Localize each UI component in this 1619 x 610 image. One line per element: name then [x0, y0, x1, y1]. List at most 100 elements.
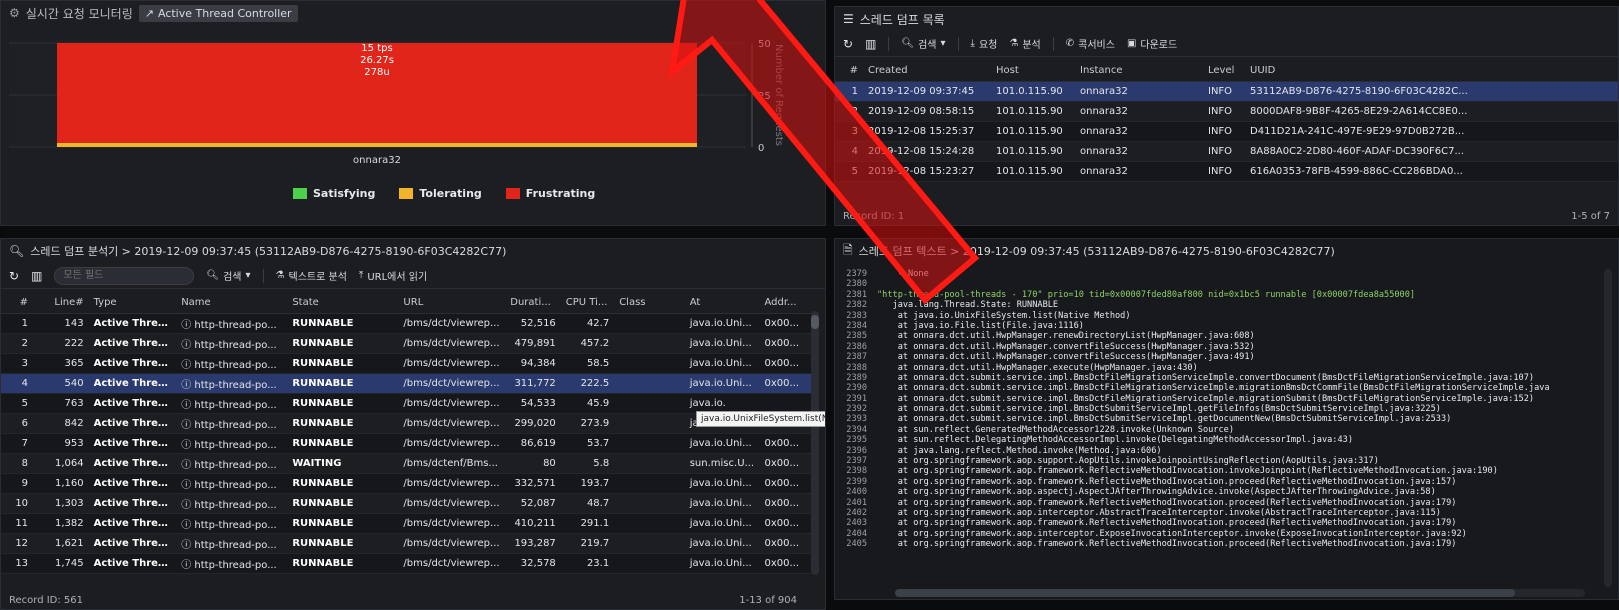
- table-row[interactable]: 6 842 Active Thread ⓘ http-thread-po... RUNN…: [1, 413, 813, 434]
- table-row[interactable]: 12 1,621 Active Thread ⓘ http-thread-po... R…: [1, 533, 813, 554]
- divider: [957, 36, 959, 51]
- info-icon[interactable]: ⓘ: [181, 480, 194, 491]
- name-text: http-thread-po...: [194, 419, 277, 431]
- info-icon[interactable]: ⓘ: [181, 380, 194, 391]
- dump-text-viewer[interactable]: 2379 - None 2380 2381 "http-thread-pool-thr…: [835, 269, 1600, 587]
- bar-segment-tolerating[interactable]: [57, 142, 697, 147]
- scrollbar-thumb[interactable]: [895, 589, 1515, 597]
- search-dropdown-button[interactable]: 🔍︎ 검색 ▾: [206, 268, 250, 283]
- active-thread-controller-button[interactable]: ↗ Active Thread Controller: [138, 4, 298, 22]
- columns-icon[interactable]: ▥: [865, 37, 876, 51]
- column-header[interactable]: Durati...: [505, 293, 561, 314]
- column-header[interactable]: Host: [991, 61, 1075, 82]
- code-line: 2388 at onnara.dct.util.HwpManager.execu…: [835, 363, 1600, 373]
- info-icon[interactable]: ⓘ: [181, 500, 194, 511]
- line-number: 2399: [846, 476, 867, 487]
- request-button[interactable]: ⤓ 요청: [971, 36, 998, 51]
- analyze-text-button[interactable]: ⚗ 텍스트로 분석: [276, 268, 347, 283]
- panel-title: 스레드 덤프 목록: [859, 12, 945, 27]
- table-row[interactable]: 9 1,160 Active Thread ⓘ http-thread-po... RU…: [1, 473, 813, 494]
- legend-satisfying[interactable]: Satisfying: [293, 187, 375, 200]
- table-row[interactable]: 1 143 Active Thread ⓘ http-thread-po... RUNN…: [1, 313, 813, 334]
- search-dropdown-button[interactable]: 🔍︎ 검색 ▾: [901, 36, 945, 51]
- table-row[interactable]: 1 2019-12-09 09:37:45 101.0.115.90 onnara32…: [835, 81, 1618, 102]
- table-row[interactable]: 8 1,064 Active Thread ⓘ http-thread-po... WA…: [1, 453, 813, 474]
- cell-level: INFO: [1203, 81, 1245, 102]
- cell-dur: 332,571: [505, 473, 561, 494]
- cell-addr: 0x00...: [759, 493, 813, 514]
- cell-type: Active Thread: [88, 353, 177, 374]
- column-header[interactable]: Instance: [1075, 61, 1203, 82]
- download-button[interactable]: ▣ 다운로드: [1127, 36, 1177, 51]
- load-url-button[interactable]: ⤒ URL에서 읽기: [359, 268, 427, 283]
- legend-frustrating[interactable]: Frustrating: [505, 187, 595, 200]
- column-header[interactable]: #: [1, 293, 34, 314]
- column-header[interactable]: Name: [176, 293, 288, 314]
- line-text: at org.springframework.aop.support.AopUt…: [877, 456, 1379, 467]
- filter-input[interactable]: [54, 266, 195, 285]
- refresh-icon[interactable]: ↻: [843, 37, 853, 51]
- info-icon[interactable]: ⓘ: [181, 460, 194, 471]
- cell-line: 222: [33, 333, 89, 354]
- column-header[interactable]: Line#: [33, 293, 89, 314]
- table-row[interactable]: 2 2019-12-09 08:58:15 101.0.115.90 onnara32…: [835, 101, 1618, 122]
- info-icon[interactable]: ⓘ: [181, 400, 194, 411]
- cell-state: RUNNABLE: [287, 313, 399, 334]
- refresh-icon[interactable]: ↻: [9, 269, 19, 283]
- gear-icon[interactable]: ⚙: [9, 6, 20, 20]
- vertical-scrollbar[interactable]: [1604, 269, 1612, 587]
- cell-name: ⓘ http-thread-po...: [176, 333, 288, 354]
- line-number: 2396: [846, 445, 867, 456]
- column-header[interactable]: Type: [88, 293, 177, 314]
- table-row[interactable]: 3 365 Active Thread ⓘ http-thread-po... RUNN…: [1, 353, 813, 374]
- info-icon[interactable]: ⓘ: [181, 320, 194, 331]
- table-row[interactable]: 5 2019-12-08 15:23:27 101.0.115.90 onnara32…: [835, 161, 1618, 182]
- column-header[interactable]: At: [684, 293, 760, 314]
- column-header[interactable]: Class: [614, 293, 685, 314]
- table-row[interactable]: 7 953 Active Thread ⓘ http-thread-po... RUNN…: [1, 433, 813, 454]
- column-header[interactable]: #: [835, 61, 863, 82]
- line-number: 2402: [846, 507, 867, 518]
- legend-tolerating[interactable]: Tolerating: [399, 187, 482, 200]
- info-icon[interactable]: ⓘ: [181, 360, 194, 371]
- table-row[interactable]: 4 540 Active Thread ⓘ http-thread-po... RUNN…: [1, 373, 813, 394]
- table-row[interactable]: 3 2019-12-08 15:25:37 101.0.115.90 onnara32…: [835, 121, 1618, 142]
- info-icon[interactable]: ⓘ: [181, 440, 194, 451]
- table-row[interactable]: 13 1,745 Active Thread ⓘ http-thread-po... R…: [1, 553, 813, 574]
- service-button[interactable]: ✆ 콕서비스: [1066, 36, 1115, 51]
- info-icon[interactable]: ⓘ: [181, 520, 194, 531]
- info-icon[interactable]: ⓘ: [181, 560, 194, 571]
- cell-at: java.io.: [684, 393, 760, 414]
- analyzer-table: # Line# Type Name State URL Durati... CP…: [1, 293, 813, 574]
- info-icon[interactable]: ⓘ: [181, 420, 194, 431]
- table-row[interactable]: 5 763 Active Thread ⓘ http-thread-po... RUNN…: [1, 393, 813, 414]
- line-number: 2397: [846, 456, 867, 467]
- column-header[interactable]: CPU Ti...: [560, 293, 615, 314]
- columns-icon[interactable]: ▥: [31, 269, 42, 283]
- column-header[interactable]: Created: [863, 61, 991, 82]
- info-icon[interactable]: ⓘ: [181, 540, 194, 551]
- cell-cls: [614, 313, 685, 334]
- info-icon[interactable]: ⓘ: [181, 340, 194, 351]
- column-header[interactable]: Level: [1203, 61, 1245, 82]
- horizontal-scrollbar[interactable]: [895, 589, 1585, 597]
- scrollbar[interactable]: [811, 311, 819, 575]
- cell-dur: 299,020: [505, 413, 561, 434]
- cell-cpu: 53.7: [560, 433, 615, 454]
- divider: [1052, 36, 1054, 51]
- cell-type: Active Thread: [88, 493, 177, 514]
- table-row[interactable]: 2 222 Active Thread ⓘ http-thread-po... RUNN…: [1, 333, 813, 354]
- scrollbar-thumb[interactable]: [811, 315, 819, 329]
- name-text: http-thread-po...: [194, 459, 277, 471]
- cell-state: RUNNABLE: [287, 413, 399, 434]
- table-row[interactable]: 4 2019-12-08 15:24:28 101.0.115.90 onnara32…: [835, 141, 1618, 162]
- column-header[interactable]: State: [287, 293, 399, 314]
- cell-host: 101.0.115.90: [991, 121, 1075, 142]
- table-row[interactable]: 11 1,382 Active Thread ⓘ http-thread-po... R…: [1, 513, 813, 534]
- column-header[interactable]: Addr...: [759, 293, 813, 314]
- column-header[interactable]: URL: [398, 293, 506, 314]
- name-text: http-thread-po...: [194, 539, 277, 551]
- analyze-button[interactable]: ⚗ 분석: [1009, 36, 1040, 51]
- column-header[interactable]: UUID: [1245, 61, 1618, 82]
- table-row[interactable]: 10 1,303 Active Thread ⓘ http-thread-po... R…: [1, 493, 813, 514]
